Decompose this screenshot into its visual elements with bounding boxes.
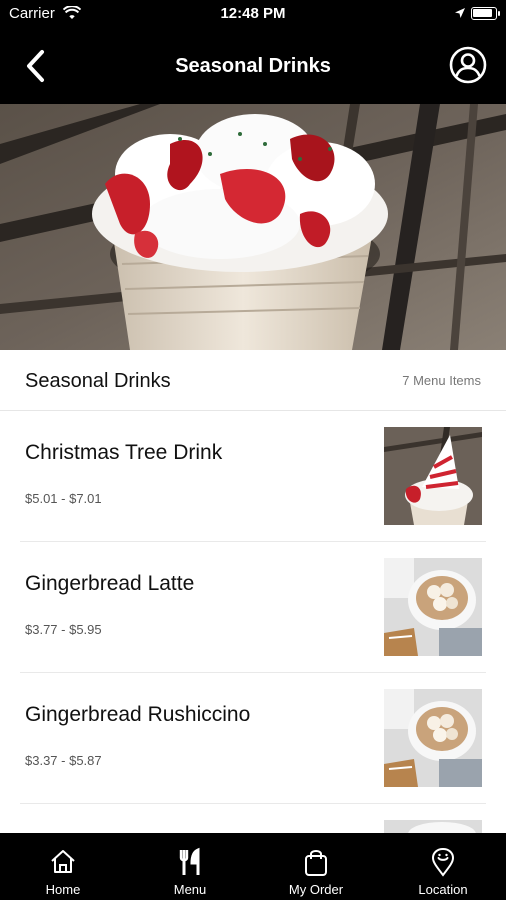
- tab-home[interactable]: Home: [0, 833, 126, 900]
- map-pin-icon: [431, 847, 455, 877]
- battery-icon: [471, 7, 500, 20]
- menu-item-name: Gingerbread Rushiccino: [25, 703, 251, 726]
- tab-bar: Home Menu My Order Location: [0, 833, 506, 900]
- menu-item-name: Christmas Tree Drink: [25, 441, 223, 464]
- menu-item[interactable]: Gingerbread Rushiccino $3.37 - $5.87: [20, 673, 486, 804]
- menu-item-thumbnail: [384, 689, 482, 787]
- page-title: Seasonal Drinks: [175, 55, 331, 77]
- menu-item[interactable]: Christmas Tree Drink $5.01 - $7.01: [20, 411, 486, 542]
- tab-label: Menu: [173, 882, 207, 897]
- hero-image: [0, 104, 506, 350]
- status-bar: Carrier 12:48 PM: [0, 0, 506, 28]
- tab-location[interactable]: Location: [380, 833, 506, 900]
- tab-label: Location: [418, 882, 468, 897]
- tab-label: My Order: [288, 882, 344, 897]
- navigation-bar: Seasonal Drinks: [0, 28, 506, 104]
- location-arrow-icon: [454, 6, 466, 24]
- section-header: Seasonal Drinks 7 Menu Items: [0, 350, 506, 411]
- shopping-bag-icon: [305, 850, 327, 876]
- menu-item-name: Gingerbread Latte: [25, 572, 195, 595]
- tab-menu[interactable]: Menu: [127, 833, 253, 900]
- menu-item[interactable]: Gingerbread Latte $3.77 - $5.95: [20, 542, 486, 673]
- tab-my-order[interactable]: My Order: [253, 833, 379, 900]
- home-icon: [51, 850, 75, 873]
- profile-button[interactable]: [448, 45, 488, 85]
- menu-item-thumbnail: [384, 427, 482, 525]
- user-circle-icon: [449, 46, 487, 84]
- menu-item-price: $3.77 - $5.95: [25, 622, 102, 637]
- section-title: Seasonal Drinks: [25, 370, 171, 392]
- menu-item-thumbnail: [384, 820, 482, 833]
- menu-item-count: 7 Menu Items: [402, 373, 481, 388]
- tab-label: Home: [45, 882, 81, 897]
- menu-item-thumbnail: [384, 558, 482, 656]
- menu-item-price: $5.01 - $7.01: [25, 491, 102, 506]
- menu-item-price: $3.37 - $5.87: [25, 753, 102, 768]
- clock-time: 12:48 PM: [220, 5, 286, 22]
- utensils-icon: [179, 847, 200, 875]
